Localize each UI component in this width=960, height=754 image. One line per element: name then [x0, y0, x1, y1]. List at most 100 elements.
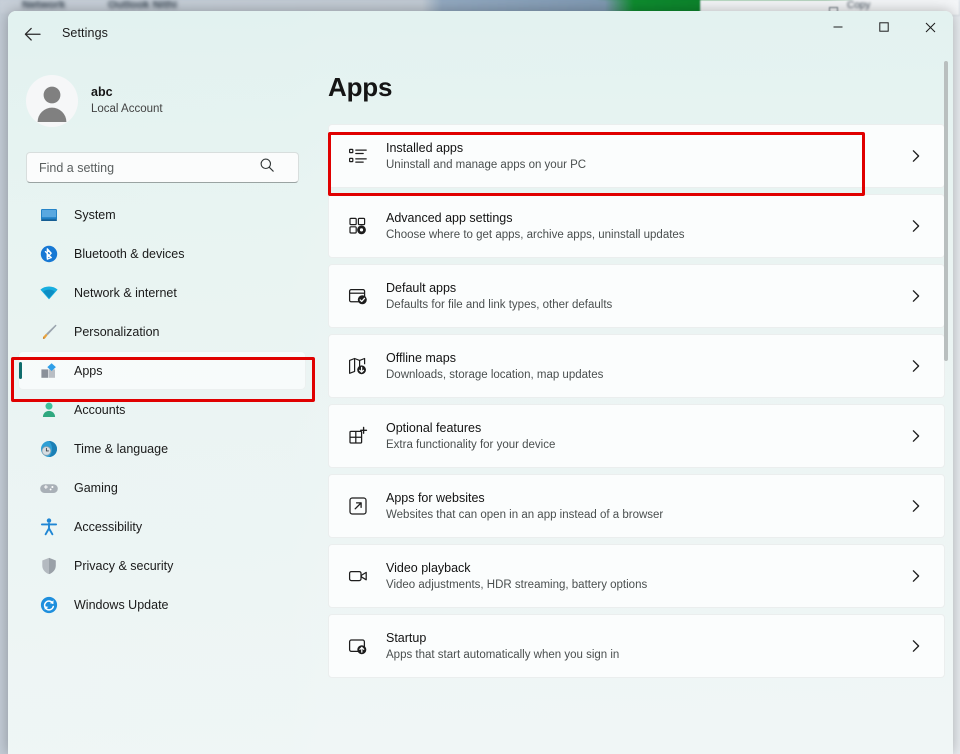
- page-title: Apps: [328, 72, 392, 103]
- card-optional-features[interactable]: Optional features Extra functionality fo…: [328, 404, 945, 468]
- account-block[interactable]: abc Local Account: [26, 70, 286, 132]
- search-box[interactable]: [26, 152, 299, 183]
- list-bullets-icon: [343, 145, 373, 167]
- back-button[interactable]: [16, 19, 48, 49]
- account-type: Local Account: [91, 101, 163, 118]
- maximize-button[interactable]: [861, 11, 907, 43]
- sidebar-item-label: Apps: [74, 364, 103, 378]
- avatar: [26, 75, 78, 127]
- account-text: abc Local Account: [91, 84, 163, 118]
- card-subtitle: Video adjustments, HDR streaming, batter…: [386, 577, 910, 594]
- card-advanced-app-settings[interactable]: Advanced app settings Choose where to ge…: [328, 194, 945, 258]
- sidebar-item-label: System: [74, 208, 116, 222]
- card-default-apps[interactable]: Default apps Defaults for file and link …: [328, 264, 945, 328]
- sidebar-item-time-language[interactable]: Time & language: [18, 429, 306, 468]
- card-title: Startup: [386, 629, 910, 647]
- backdrop-label-network: Network: [22, 0, 65, 11]
- card-video-playback[interactable]: Video playback Video adjustments, HDR st…: [328, 544, 945, 608]
- scrollbar-track[interactable]: [940, 57, 951, 747]
- minimize-icon: [832, 21, 844, 33]
- sidebar-item-label: Accessibility: [74, 520, 142, 534]
- card-title: Offline maps: [386, 349, 910, 367]
- chevron-right-icon[interactable]: [910, 429, 922, 443]
- backdrop-subwindow-label: Copy: [847, 0, 870, 11]
- clock-globe-icon: [34, 439, 64, 459]
- content-pane: Apps Installed apps Uninstall and manage…: [311, 56, 953, 754]
- chevron-right-icon[interactable]: [910, 149, 922, 163]
- minimize-button[interactable]: [815, 11, 861, 43]
- card-text: Video playback Video adjustments, HDR st…: [386, 559, 910, 594]
- card-title: Optional features: [386, 419, 910, 437]
- sidebar-item-label: Windows Update: [74, 598, 169, 612]
- sidebar-item-personalization[interactable]: Personalization: [18, 312, 306, 351]
- chevron-right-icon[interactable]: [910, 359, 922, 373]
- app-gear-icon: [343, 215, 373, 237]
- backdrop-label-outlook: Outlook Nithi: [108, 0, 177, 11]
- sidebar-item-gaming[interactable]: Gaming: [18, 468, 306, 507]
- person-icon: [34, 400, 64, 420]
- close-button[interactable]: [907, 11, 953, 43]
- sidebar-item-network-internet[interactable]: Network & internet: [18, 273, 306, 312]
- card-text: Offline maps Downloads, storage location…: [386, 349, 910, 384]
- chevron-right-icon[interactable]: [910, 219, 922, 233]
- apps-icon: [34, 361, 64, 381]
- window-title: Settings: [62, 26, 108, 40]
- sidebar-item-system[interactable]: System: [18, 195, 306, 234]
- card-title: Video playback: [386, 559, 910, 577]
- account-name: abc: [91, 84, 163, 101]
- card-text: Apps for websites Websites that can open…: [386, 489, 910, 524]
- card-text: Installed apps Uninstall and manage apps…: [386, 139, 910, 174]
- bluetooth-icon: [34, 244, 64, 264]
- back-arrow-icon: [24, 27, 41, 42]
- sidebar: abc Local Account: [8, 56, 311, 754]
- chevron-right-icon[interactable]: [910, 569, 922, 583]
- sidebar-item-accessibility[interactable]: Accessibility: [18, 507, 306, 546]
- sidebar-item-privacy-security[interactable]: Privacy & security: [18, 546, 306, 585]
- startup-icon: [343, 635, 373, 657]
- sidebar-item-bluetooth-devices[interactable]: Bluetooth & devices: [18, 234, 306, 273]
- chevron-right-icon[interactable]: [910, 289, 922, 303]
- card-title: Default apps: [386, 279, 910, 297]
- sidebar-item-label: Accounts: [74, 403, 125, 417]
- wifi-icon: [34, 283, 64, 303]
- close-icon: [924, 21, 937, 34]
- sidebar-item-label: Privacy & security: [74, 559, 173, 573]
- sidebar-item-label: Bluetooth & devices: [74, 247, 185, 261]
- sidebar-item-apps[interactable]: Apps: [18, 351, 306, 390]
- accessibility-icon: [34, 517, 64, 537]
- card-subtitle: Defaults for file and link types, other …: [386, 297, 910, 314]
- sidebar-item-label: Network & internet: [74, 286, 177, 300]
- card-text: Startup Apps that start automatically wh…: [386, 629, 910, 664]
- sidebar-item-label: Personalization: [74, 325, 159, 339]
- settings-card-list: Installed apps Uninstall and manage apps…: [328, 124, 945, 684]
- card-text: Default apps Defaults for file and link …: [386, 279, 910, 314]
- card-subtitle: Downloads, storage location, map updates: [386, 367, 910, 384]
- sidebar-item-label: Time & language: [74, 442, 168, 456]
- card-title: Installed apps: [386, 139, 910, 157]
- window-check-icon: [343, 285, 373, 307]
- search-input[interactable]: [39, 161, 257, 175]
- maximize-icon: [878, 21, 890, 33]
- map-download-icon: [343, 355, 373, 377]
- paintbrush-icon: [34, 322, 64, 342]
- card-offline-maps[interactable]: Offline maps Downloads, storage location…: [328, 334, 945, 398]
- sidebar-item-label: Gaming: [74, 481, 118, 495]
- window-titlebar: Settings: [8, 11, 953, 56]
- grid-plus-icon: [343, 425, 373, 447]
- card-installed-apps[interactable]: Installed apps Uninstall and manage apps…: [328, 124, 945, 188]
- card-apps-for-websites[interactable]: Apps for websites Websites that can open…: [328, 474, 945, 538]
- sidebar-item-windows-update[interactable]: Windows Update: [18, 585, 306, 624]
- sidebar-item-accounts[interactable]: Accounts: [18, 390, 306, 429]
- card-text: Advanced app settings Choose where to ge…: [386, 209, 910, 244]
- chevron-right-icon[interactable]: [910, 499, 922, 513]
- card-title: Advanced app settings: [386, 209, 910, 227]
- chevron-right-icon[interactable]: [910, 639, 922, 653]
- card-subtitle: Websites that can open in an app instead…: [386, 507, 910, 524]
- user-avatar-icon: [26, 75, 78, 127]
- settings-window: Settings abc: [8, 11, 953, 754]
- sidebar-nav-list: System Bluetooth & devices: [18, 195, 306, 624]
- card-title: Apps for websites: [386, 489, 910, 507]
- scrollbar-thumb[interactable]: [944, 61, 948, 361]
- card-startup[interactable]: Startup Apps that start automatically wh…: [328, 614, 945, 678]
- gamepad-icon: [34, 478, 64, 498]
